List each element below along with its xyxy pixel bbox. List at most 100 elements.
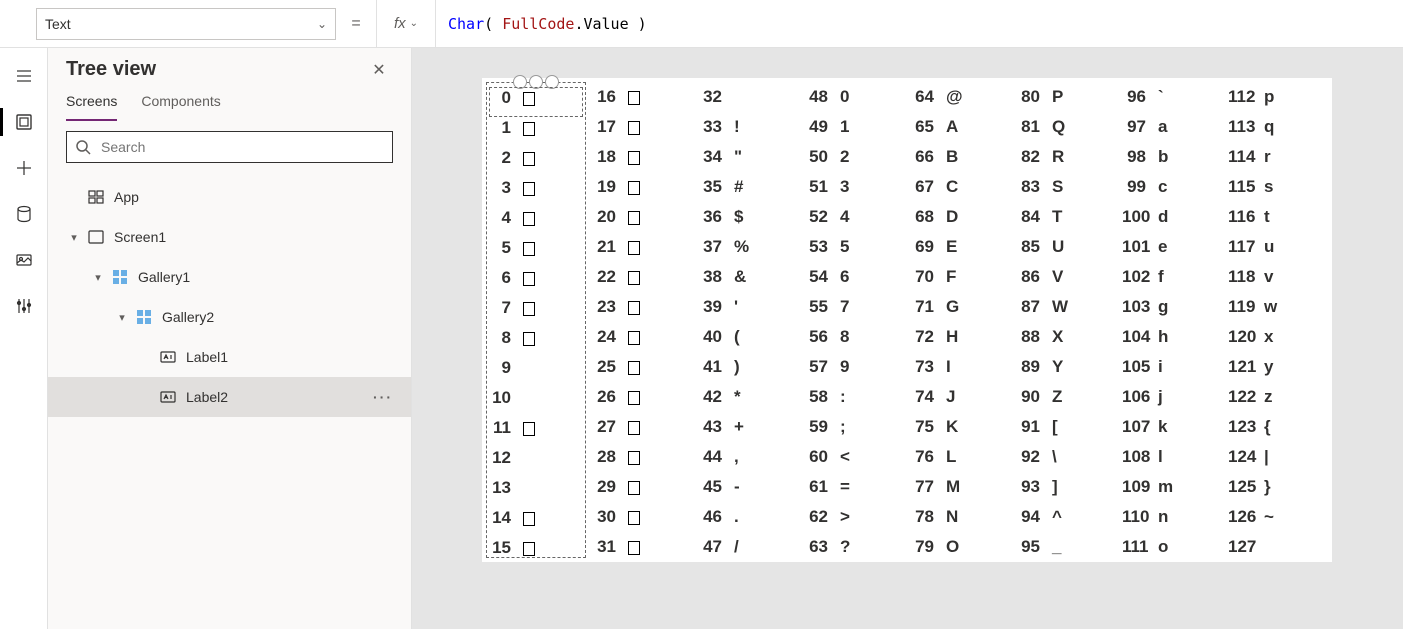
table-row: 115s xyxy=(1228,172,1334,202)
data-button[interactable] xyxy=(0,192,48,236)
table-row: 61= xyxy=(804,472,910,502)
hamburger-button[interactable] xyxy=(0,54,48,98)
char-value: W xyxy=(1052,297,1082,317)
gallery-column[interactable]: 16171819202122232425262728293031 xyxy=(592,82,698,558)
char-value: 3 xyxy=(840,177,870,197)
table-row: 88X xyxy=(1016,322,1122,352)
table-row: 524 xyxy=(804,202,910,232)
table-row: 78N xyxy=(910,502,1016,532)
char-value: 1 xyxy=(840,117,870,137)
close-icon[interactable]: ✕ xyxy=(365,60,393,80)
char-code: 86 xyxy=(1016,267,1052,287)
char-value: r xyxy=(1264,147,1294,167)
hamburger-icon xyxy=(14,66,34,86)
table-row: 107k xyxy=(1122,412,1228,442)
tree-item-label1[interactable]: Label1 xyxy=(48,337,411,377)
table-row: 89Y xyxy=(1016,352,1122,382)
char-value: 5 xyxy=(840,237,870,257)
char-code: 42 xyxy=(698,387,734,407)
table-row: 5 xyxy=(487,233,585,263)
gallery-column[interactable]: 48049150251352453554655756857958:59;60<6… xyxy=(804,82,910,558)
char-value: / xyxy=(734,537,764,557)
char-value: [ xyxy=(1052,417,1082,437)
table-row: 17 xyxy=(592,112,698,142)
char-value xyxy=(523,538,553,558)
char-code: 97 xyxy=(1122,117,1158,137)
table-row: 112p xyxy=(1228,82,1334,112)
selection-handles[interactable] xyxy=(513,75,559,89)
char-code: 108 xyxy=(1122,447,1158,467)
char-value: v xyxy=(1264,267,1294,287)
char-value: N xyxy=(946,507,976,527)
table-row: 29 xyxy=(592,472,698,502)
char-value: u xyxy=(1264,237,1294,257)
char-value: Q xyxy=(1052,117,1082,137)
char-value: k xyxy=(1158,417,1188,437)
tab-screens[interactable]: Screens xyxy=(66,93,117,121)
char-code: 71 xyxy=(910,297,946,317)
insert-button[interactable] xyxy=(0,146,48,190)
char-code: 115 xyxy=(1228,177,1264,197)
gallery-column[interactable]: 3233!34"35#36$37%38&39'40(41)42*43+44,45… xyxy=(698,82,804,558)
property-dropdown[interactable]: Text ⌄ xyxy=(36,8,336,40)
char-value: R xyxy=(1052,147,1082,167)
fx-label: fx xyxy=(394,15,406,32)
char-value: t xyxy=(1264,207,1294,227)
expander-icon[interactable]: ▾ xyxy=(66,231,82,244)
canvas-area[interactable]: 0123456789101112131415161718192021222324… xyxy=(412,48,1403,629)
tree-item-app[interactable]: App xyxy=(48,177,411,217)
char-value: | xyxy=(1264,447,1294,467)
char-code: 81 xyxy=(1016,117,1052,137)
char-value: # xyxy=(734,177,764,197)
char-value xyxy=(523,208,553,228)
tree-item-gallery2[interactable]: ▾Gallery2 xyxy=(48,297,411,337)
char-code: 93 xyxy=(1016,477,1052,497)
char-value: D xyxy=(946,207,976,227)
char-value: ' xyxy=(734,297,764,317)
tab-components[interactable]: Components xyxy=(141,93,220,121)
char-value: M xyxy=(946,477,976,497)
fx-button[interactable]: fx ⌄ xyxy=(376,0,436,47)
char-code: 4 xyxy=(487,208,523,228)
table-row: 90Z xyxy=(1016,382,1122,412)
expander-icon[interactable]: ▾ xyxy=(90,271,106,284)
char-code: 17 xyxy=(592,117,628,137)
char-code: 104 xyxy=(1122,327,1158,347)
settings-button[interactable] xyxy=(0,284,48,328)
char-code: 124 xyxy=(1228,447,1264,467)
table-row: 80P xyxy=(1016,82,1122,112)
table-row: 83S xyxy=(1016,172,1122,202)
char-value: " xyxy=(734,147,764,167)
char-value: C xyxy=(946,177,976,197)
table-row: 70F xyxy=(910,262,1016,292)
tree-item-label2[interactable]: Label2··· xyxy=(48,377,411,417)
tree-view-button[interactable] xyxy=(0,100,48,144)
media-button[interactable] xyxy=(0,238,48,282)
gallery-column[interactable]: 80P81Q82R83S84T85U86V87W88X89Y90Z91[92\9… xyxy=(1016,82,1122,558)
app-canvas[interactable]: 0123456789101112131415161718192021222324… xyxy=(482,78,1332,562)
tree-view-panel: Tree view ✕ ScreensComponents App▾Screen… xyxy=(48,48,412,629)
more-icon[interactable]: ··· xyxy=(373,389,411,405)
char-code: 59 xyxy=(804,417,840,437)
gallery-column[interactable]: 112p113q114r115s116t117u118v119w120x121y… xyxy=(1228,82,1334,558)
tree-item-gallery1[interactable]: ▾Gallery1 xyxy=(48,257,411,297)
table-row: 43+ xyxy=(698,412,804,442)
formula-input[interactable]: Char( FullCode.Value ) xyxy=(436,15,1403,33)
char-code: 66 xyxy=(910,147,946,167)
char-value: H xyxy=(946,327,976,347)
gallery-column[interactable]: 0123456789101112131415 xyxy=(486,82,586,558)
char-value xyxy=(628,477,658,497)
tree-item-label: Label2 xyxy=(186,389,373,405)
search-field[interactable] xyxy=(99,138,384,156)
table-row: 19 xyxy=(592,172,698,202)
search-input[interactable] xyxy=(66,131,393,163)
gallery-column[interactable]: 64@65A66B67C68D69E70F71G72H73I74J75K76L7… xyxy=(910,82,1016,558)
table-row: 92\ xyxy=(1016,442,1122,472)
tree-item-screen1[interactable]: ▾Screen1 xyxy=(48,217,411,257)
expander-icon[interactable]: ▾ xyxy=(114,311,130,324)
table-row: 12 xyxy=(487,443,585,473)
char-value xyxy=(628,417,658,437)
gallery-column[interactable]: 96`97a98b99c100d101e102f103g104h105i106j… xyxy=(1122,82,1228,558)
table-row: 47/ xyxy=(698,532,804,562)
table-row: 82R xyxy=(1016,142,1122,172)
